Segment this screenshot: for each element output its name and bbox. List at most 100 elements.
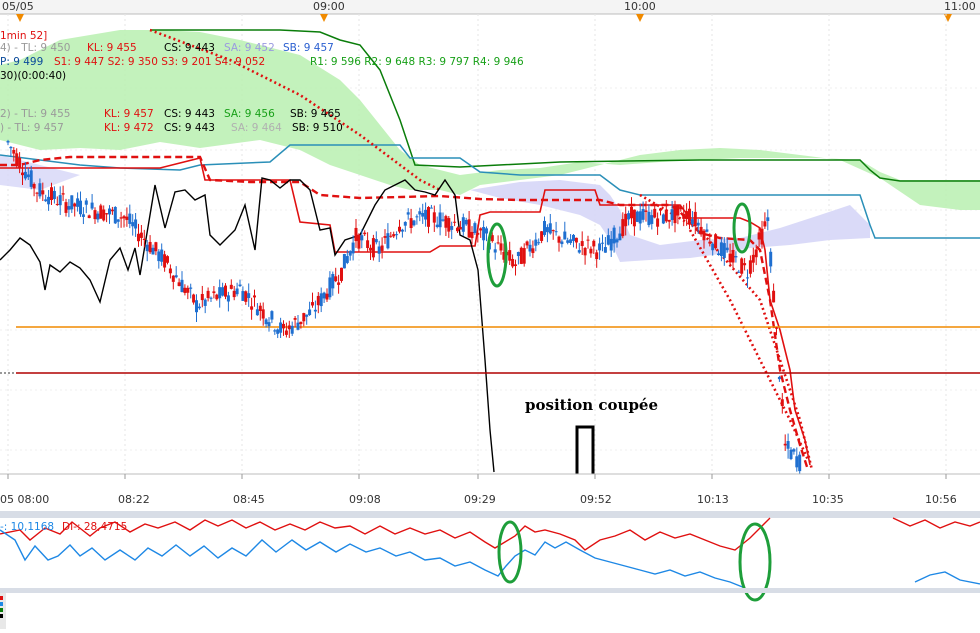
candle-body	[656, 218, 660, 227]
candle-body	[322, 292, 326, 299]
candle-body	[122, 216, 126, 219]
candle-body	[334, 276, 338, 282]
candle-body	[470, 231, 474, 239]
candle-body	[226, 295, 230, 302]
candle-body	[119, 217, 123, 219]
candle-body	[55, 203, 59, 205]
candle-body	[377, 246, 381, 254]
candle-body	[572, 234, 575, 241]
candle-body	[93, 210, 97, 220]
candle-body	[714, 234, 718, 249]
candle-body	[630, 206, 633, 219]
di-minus-label: DI-: 28,4715	[62, 521, 127, 533]
candle-body	[589, 248, 593, 254]
candle-body	[427, 207, 430, 227]
candle-body	[313, 309, 317, 312]
candle-body	[775, 327, 778, 329]
candle-body	[690, 219, 694, 225]
candle-body	[250, 306, 254, 310]
candle-body	[728, 253, 732, 263]
candle-body	[366, 240, 370, 248]
header-line4-cs: CS: 9 443	[164, 108, 215, 120]
candle-body	[87, 215, 91, 219]
candle-body	[429, 207, 433, 209]
header-line4-sa: SA: 9 456	[224, 108, 275, 120]
pane-separator[interactable]	[0, 511, 980, 518]
candle-body	[508, 250, 512, 261]
candle-body	[328, 277, 332, 298]
candle-body	[453, 221, 457, 223]
candle-body	[461, 217, 465, 232]
candle-body	[183, 287, 187, 294]
candle-body	[496, 242, 500, 244]
candle-body	[241, 291, 245, 301]
candle-body	[415, 216, 419, 218]
candle-body	[403, 221, 407, 226]
candle-body	[421, 213, 425, 217]
candle-body	[64, 202, 68, 213]
candle-body	[131, 222, 135, 227]
candle-body	[603, 247, 607, 253]
candle-body	[113, 206, 117, 224]
candle-body	[177, 282, 181, 287]
candle-body	[244, 291, 248, 302]
candle-body	[557, 236, 561, 243]
top-time-axis	[0, 0, 980, 14]
color-swatch	[0, 614, 3, 618]
candle-body	[673, 205, 677, 224]
candle-body	[354, 227, 358, 242]
header-line1-cs: CS: 9 443	[164, 42, 215, 54]
candle-body	[319, 293, 323, 307]
candle-body	[195, 300, 198, 313]
candle-body	[409, 218, 413, 229]
candle-body	[682, 213, 686, 219]
candle-body	[81, 214, 85, 217]
price-chart[interactable]: 05/05 09:00 10:00 11:00 1min 52] 4) - TL…	[0, 0, 980, 629]
candle-body	[171, 275, 175, 282]
candle-body	[212, 291, 216, 294]
candle-body	[200, 293, 204, 301]
candle-body	[795, 456, 799, 468]
candle-body	[9, 146, 13, 149]
candle-body	[299, 321, 303, 325]
candle-body	[792, 449, 796, 452]
candle-body	[61, 193, 65, 195]
candle-body	[667, 219, 671, 222]
candle-body	[638, 211, 642, 224]
pane-separator-bottom[interactable]	[0, 588, 980, 593]
candle-body	[26, 174, 30, 178]
candle-body	[670, 209, 674, 221]
candle-body	[583, 247, 587, 256]
candle-body	[395, 234, 399, 236]
candle-body	[566, 240, 570, 243]
candle-body	[786, 441, 790, 449]
candle-body	[592, 240, 596, 247]
candle-body	[580, 241, 584, 247]
top-axis-label-1000: 10:00	[624, 0, 656, 13]
candle-body	[168, 268, 172, 274]
candle-body	[79, 200, 82, 215]
candle-body	[743, 263, 747, 266]
candle-body	[725, 247, 729, 251]
candle-body	[21, 172, 24, 176]
candle-body	[783, 443, 787, 446]
bottom-axis-label: 10:56	[925, 493, 957, 506]
candle-body	[540, 231, 544, 241]
candle-body	[525, 241, 529, 246]
candle-body	[757, 232, 761, 240]
candle-body	[679, 206, 683, 210]
candle-body	[125, 216, 129, 220]
candle-body	[441, 219, 445, 221]
candle-body	[134, 219, 138, 229]
di-plus-label: -: 10,1168	[0, 521, 54, 533]
candle-body	[708, 241, 712, 244]
candle-body	[189, 287, 193, 289]
candle-body	[102, 209, 106, 221]
candle-body	[548, 223, 552, 234]
candle-body	[563, 231, 567, 240]
candle-body	[371, 238, 375, 258]
candle-body	[641, 209, 645, 220]
candle-body	[528, 244, 532, 252]
candle-body	[737, 271, 741, 273]
header-line5-kl: KL: 9 472	[104, 122, 154, 134]
